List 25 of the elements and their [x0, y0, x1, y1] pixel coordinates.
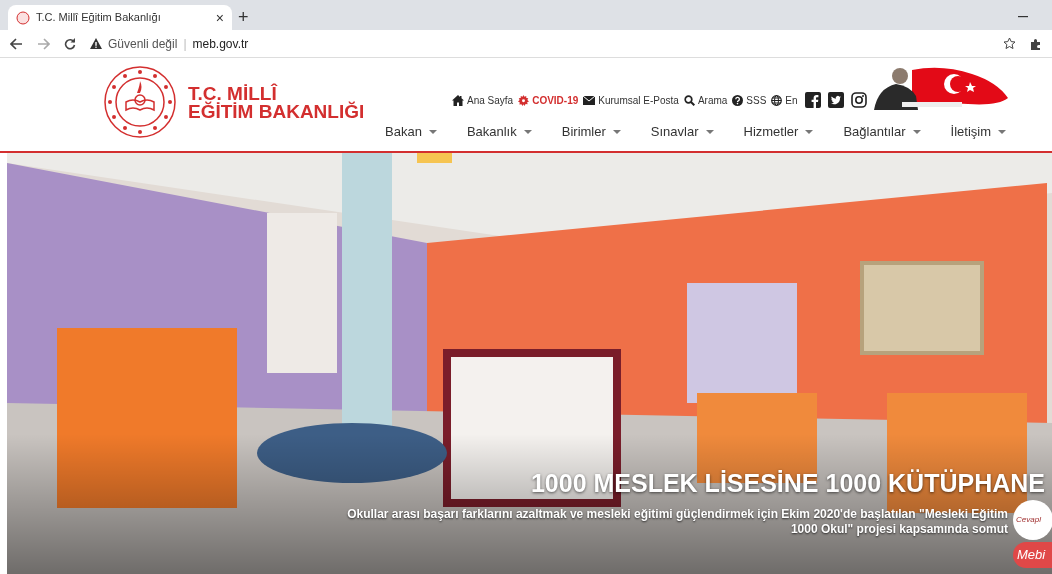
nav-menu-item[interactable]: Bağlantılar — [843, 122, 921, 142]
nav-menu-item[interactable]: Birimler — [561, 122, 621, 142]
top-link[interactable]: Ana Sayfa — [452, 92, 514, 108]
new-tab-button[interactable]: + — [238, 8, 249, 26]
top-link[interactable]: COVID-19 — [518, 92, 579, 108]
close-button[interactable]: × — [215, 10, 224, 25]
nav-menu-item[interactable]: Bakan — [385, 122, 437, 142]
security-label: Güvenli değil — [108, 35, 178, 53]
nav-menu-item[interactable]: İletişim — [950, 122, 1007, 142]
address-bar[interactable]: Güvenli değil | meb.gov.tr — [90, 32, 989, 55]
top-link[interactable]: Kurumsal E-Posta — [583, 92, 679, 108]
top-link[interactable]: En — [771, 92, 798, 108]
logo-text: EĞİTİM BAKANLIĞI — [188, 103, 365, 121]
nav-menu-item[interactable]: Sınavlar — [650, 122, 714, 142]
hero-caption: 1000 Okul" projesi kapsamında somut — [790, 522, 1008, 537]
top-link[interactable]: Arama — [683, 92, 728, 108]
nav-menu-item[interactable]: Bakanlık — [466, 122, 532, 142]
nav-menu-item[interactable]: Hizmetler — [743, 122, 814, 142]
url-text: meb.gov.tr — [192, 35, 249, 53]
top-link[interactable]: SSS — [732, 92, 767, 108]
separator: | — [183, 35, 187, 53]
logo-text: T.C. MİLLÎ — [188, 85, 278, 103]
browser-tab[interactable]: T.C. Millî Eğitim Bakanlığı × — [8, 5, 232, 30]
chat-badge[interactable]: Mebi — [1013, 542, 1052, 568]
tab-title: T.C. Millî Eğitim Bakanlığı — [36, 10, 162, 26]
